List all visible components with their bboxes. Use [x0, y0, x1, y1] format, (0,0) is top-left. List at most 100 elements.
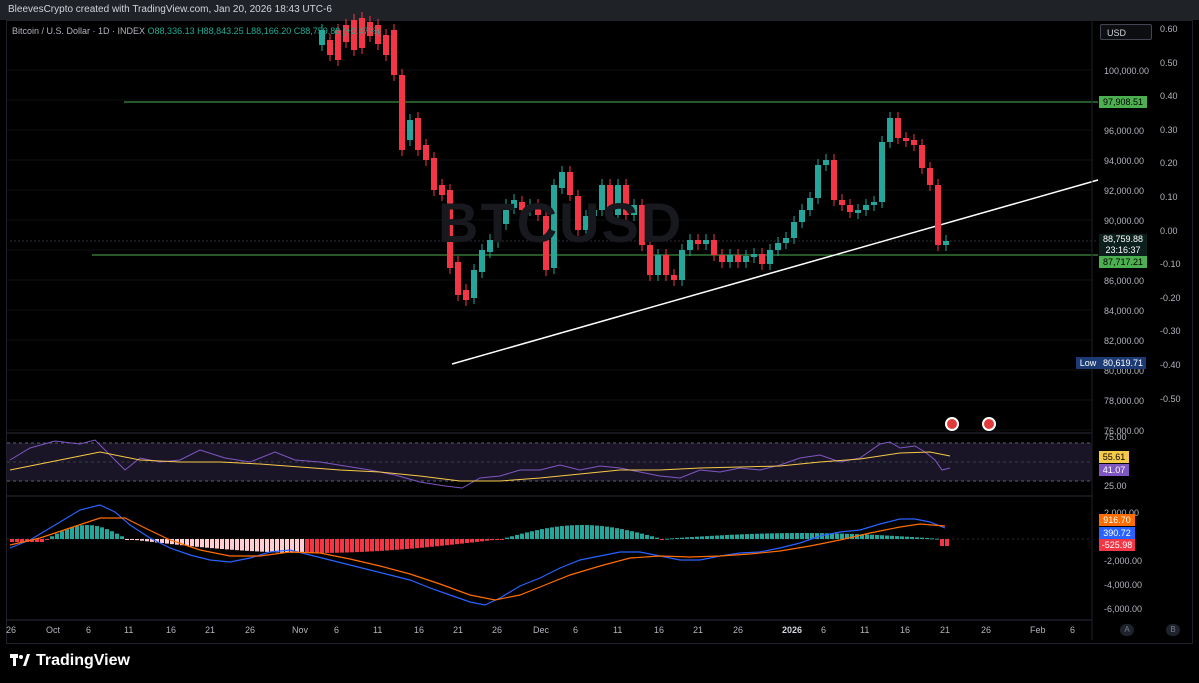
- time-axis-label: 2026: [782, 625, 803, 635]
- macd-histogram-bar: [100, 527, 104, 539]
- time-axis-label: 6: [573, 625, 579, 635]
- macd-histogram-bar: [840, 533, 844, 539]
- time-axis-label: Oct: [46, 625, 61, 635]
- macd-histogram-bar: [510, 536, 514, 539]
- macd-histogram-bar: [870, 534, 874, 539]
- macd-histogram-bar: [775, 533, 779, 539]
- price-axis-label: 100,000.00: [1104, 66, 1150, 76]
- candle: [655, 255, 661, 275]
- candle: [903, 138, 909, 141]
- candle: [879, 142, 885, 202]
- macd-histogram-bar: [525, 532, 529, 539]
- price-axis-label: 84,000.00: [1104, 306, 1145, 316]
- macd-histogram-bar: [255, 539, 259, 552]
- macd-histogram-bar: [240, 539, 244, 551]
- macd-histogram-bar: [675, 537, 679, 539]
- macd-histogram-bar: [745, 534, 749, 539]
- macd-histogram-bar: [265, 539, 269, 552]
- macd-histogram-bar: [80, 525, 84, 539]
- percent-axis-label: -0.40: [1160, 360, 1181, 370]
- currency-button[interactable]: USD: [1100, 24, 1152, 40]
- macd-histogram-bar: [85, 525, 89, 539]
- macd-histogram-bar: [750, 533, 754, 539]
- macd-histogram-bar: [425, 539, 429, 548]
- macd-histogram-bar: [685, 537, 689, 539]
- price-axis-label: 92,000.00: [1104, 186, 1145, 196]
- change-value: (+0.47%): [342, 26, 380, 36]
- macd-histogram-bar: [55, 533, 59, 539]
- macd-histogram-bar: [665, 538, 669, 540]
- macd-histogram-bar: [350, 539, 354, 553]
- time-axis-label: 26: [981, 625, 992, 635]
- price-chart[interactable]: [0, 0, 1199, 683]
- time-axis-label: 11: [860, 625, 870, 635]
- rsi-upper-label: 75.00: [1104, 432, 1127, 442]
- macd-histogram-bar: [330, 539, 334, 553]
- macd-histogram-bar: [315, 539, 319, 553]
- macd-histogram-bar: [135, 539, 139, 541]
- resistance-tag: 97,908.51: [1099, 96, 1147, 108]
- percent-axis-label: 0.40: [1160, 91, 1178, 102]
- candle: [735, 255, 741, 262]
- macd-histogram-bar: [730, 534, 734, 539]
- candle: [759, 254, 765, 264]
- percent-axis-label: 0.20: [1160, 158, 1178, 169]
- close-value: C88,759.88: [293, 26, 341, 36]
- flag-icon[interactable]: [945, 417, 959, 431]
- time-axis-label: 16: [654, 625, 665, 635]
- tradingview-brand: TradingView: [36, 652, 130, 669]
- candle: [399, 75, 405, 150]
- macd-histogram-bar: [585, 525, 589, 539]
- macd-histogram-bar: [145, 539, 149, 542]
- macd-histogram-bar: [490, 539, 494, 541]
- candle: [463, 290, 469, 300]
- candle: [455, 262, 461, 295]
- macd-histogram-bar: [70, 527, 74, 539]
- macd-histogram-bar: [405, 539, 409, 550]
- symbol-legend[interactable]: Bitcoin / U.S. Dollar · 1D · INDEX O88,3…: [12, 26, 380, 36]
- symbol-name[interactable]: Bitcoin / U.S. Dollar · 1D · INDEX: [12, 26, 145, 36]
- macd-histogram-bar: [635, 532, 639, 539]
- macd-histogram-bar: [480, 539, 484, 542]
- percent-axis-label: -0.10: [1160, 259, 1181, 270]
- low-value-tag: 80,619.71: [1100, 357, 1146, 369]
- macd-histogram-bar: [395, 539, 399, 550]
- auto-scale-button[interactable]: A: [1120, 624, 1134, 636]
- rsi-value-tag: 41.07: [1099, 464, 1129, 476]
- tradingview-logo[interactable]: TradingView: [10, 652, 130, 670]
- time-axis-label: 26: [733, 625, 744, 635]
- macd-histogram-bar: [95, 526, 99, 539]
- macd-histogram-bar: [335, 539, 339, 553]
- macd-histogram-bar: [915, 537, 919, 539]
- macd-histogram-bar: [475, 539, 479, 542]
- percent-axis-label: -0.30: [1160, 326, 1181, 337]
- macd-histogram-bar: [530, 531, 534, 539]
- macd-histogram-bar: [795, 533, 799, 539]
- candle: [703, 240, 709, 244]
- macd-histogram-bar: [360, 539, 364, 552]
- macd-histogram-bar: [805, 533, 809, 539]
- candle: [415, 118, 421, 150]
- macd-histogram-bar: [655, 537, 659, 539]
- flag-icon[interactable]: [982, 417, 996, 431]
- macd-histogram-bar: [875, 535, 879, 539]
- candle: [943, 241, 949, 245]
- candle: [839, 200, 845, 205]
- log-scale-button[interactable]: B: [1166, 624, 1180, 636]
- macd-histogram-bar: [210, 539, 214, 549]
- macd-histogram-bar: [60, 531, 64, 539]
- candle: [895, 118, 901, 138]
- price-axis-label: 94,000.00: [1104, 156, 1145, 166]
- macd-histogram-bar: [700, 536, 704, 539]
- macd-histogram-bar: [765, 533, 769, 539]
- macd-histogram-bar: [445, 539, 449, 546]
- macd-histogram-bar: [670, 538, 674, 540]
- macd-axis-label: -4,000.00: [1104, 580, 1143, 590]
- macd-histogram-bar: [415, 539, 419, 549]
- macd-histogram-bar: [595, 525, 599, 539]
- time-axis-label: 6: [334, 625, 340, 635]
- macd-histogram-bar: [735, 534, 739, 539]
- footer: [0, 644, 1199, 683]
- time-axis-label: 16: [414, 625, 425, 635]
- candle: [471, 270, 477, 298]
